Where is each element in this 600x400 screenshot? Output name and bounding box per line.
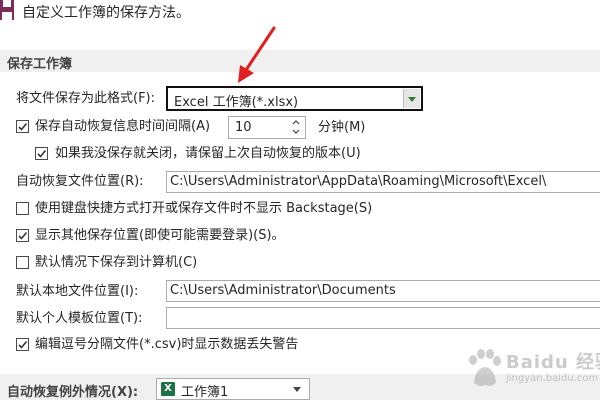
default-local-location-input[interactable]: C:\Users\Administrator\Documents <box>166 280 600 302</box>
watermark-url: jingyan.baidu.com <box>506 373 599 384</box>
page-description: 自定义工作簿的保存方法。 <box>22 5 190 21</box>
spin-down-icon[interactable] <box>292 129 300 135</box>
format-dropdown-button[interactable] <box>403 89 420 108</box>
save-icon <box>0 0 14 20</box>
format-select[interactable]: Excel 工作簿(*.xlsx) <box>166 86 423 111</box>
template-location-input[interactable] <box>166 307 600 329</box>
autorecover-location-input[interactable]: C:\Users\Administrator\AppData\Roaming\M… <box>166 171 600 193</box>
show-other-locations-label: 显示其他保存位置(即使可能需要登录)(S)。 <box>35 228 285 243</box>
watermark-word: Baidu 经验 <box>506 352 600 373</box>
autosave-minutes-stepper[interactable]: 10 <box>228 116 306 139</box>
minutes-unit-label: 分钟(M) <box>318 120 366 135</box>
section-title-save: 保存工作簿 <box>7 57 73 72</box>
default-local-location-label: 默认本地文件位置(I): <box>16 284 139 299</box>
exception-workbook-value: 工作簿1 <box>181 385 229 400</box>
save-to-computer-checkbox[interactable] <box>16 256 29 269</box>
autosave-label: 保存自动恢复信息时间间隔(A) <box>35 119 211 134</box>
show-other-locations-checkbox[interactable] <box>16 229 29 242</box>
autorecover-location-label: 自动恢复文件位置(R): <box>16 174 144 189</box>
csv-warning-checkbox[interactable] <box>16 338 29 351</box>
no-backstage-checkbox[interactable] <box>16 202 29 215</box>
keep-last-version-label: 如果我没保存就关闭，请保留上次自动恢复的版本(U) <box>55 146 361 161</box>
chevron-down-icon[interactable] <box>293 387 301 392</box>
format-select-value: Excel 工作簿(*.xlsx) <box>174 95 299 110</box>
baidu-paw-icon <box>469 349 501 386</box>
chevron-down-icon <box>408 97 416 102</box>
save-to-computer-label: 默认情况下保存到计算机(C) <box>35 255 198 270</box>
autosave-checkbox[interactable] <box>16 120 29 133</box>
no-backstage-label: 使用键盘快捷方式打开或保存文件时不显示 Backstage(S) <box>35 201 373 216</box>
format-label: 将文件保存为此格式(F): <box>16 91 156 106</box>
annotation-arrow <box>238 26 276 83</box>
autosave-minutes-value: 10 <box>235 120 252 135</box>
excel-workbook-icon: X <box>161 382 175 396</box>
exception-workbook-select[interactable]: X 工作簿1 <box>156 378 310 400</box>
spin-up-icon[interactable] <box>292 119 300 125</box>
section-header-save: 保存工作簿 <box>0 50 600 72</box>
csv-warning-label: 编辑逗号分隔文件(*.csv)时显示数据丢失警告 <box>35 337 299 352</box>
template-location-label: 默认个人模板位置(T): <box>16 311 143 326</box>
section-title-exceptions: 自动恢复例外情况(X): <box>7 385 139 400</box>
keep-last-version-checkbox[interactable] <box>35 147 48 160</box>
baidu-watermark: Baidu 经验 jingyan.baidu.com <box>462 346 600 394</box>
